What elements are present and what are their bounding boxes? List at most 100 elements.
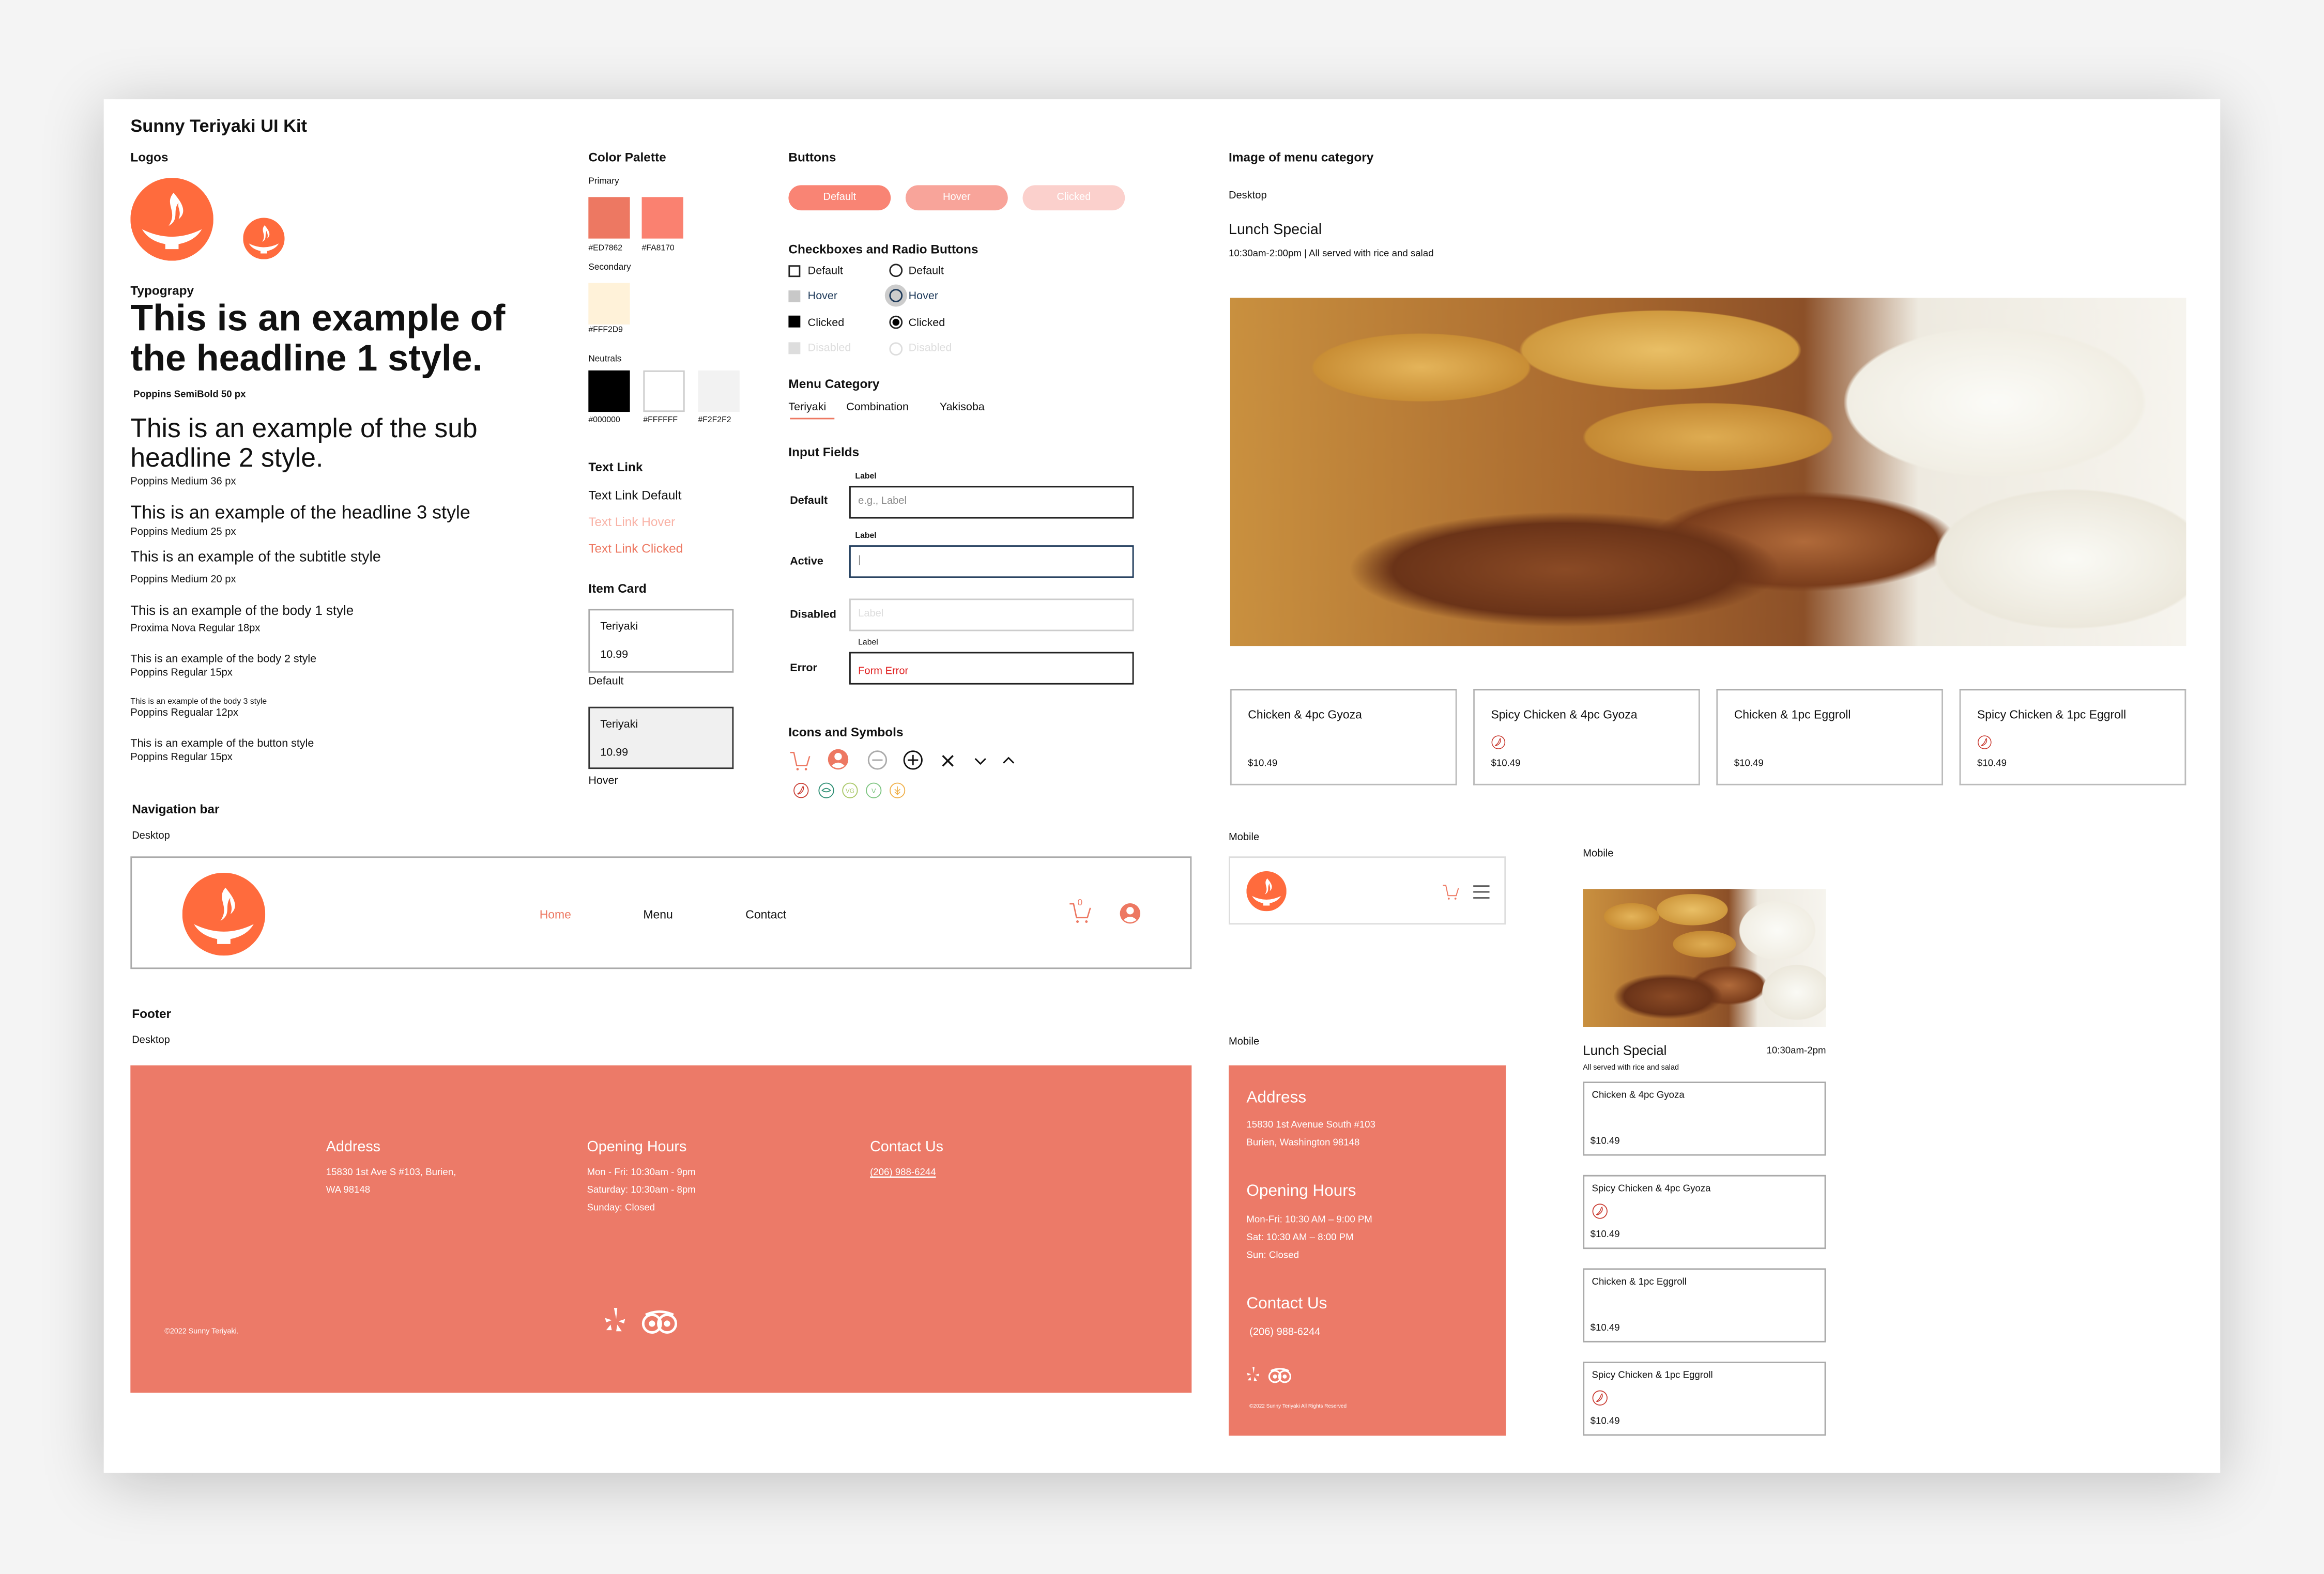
headline-2-sample: This is an example of the sub headline 2… <box>130 413 478 473</box>
menu-title: Lunch Special <box>1228 222 1322 239</box>
nav-link-contact[interactable]: Contact <box>745 908 786 922</box>
subtitle-sample: This is an example of the subtitle style <box>130 549 381 566</box>
cart-button[interactable]: 0 <box>1068 899 1092 924</box>
desktop-nav-bar: Home Menu Contact 0 <box>130 856 1192 969</box>
checkbox-label: Disabled <box>807 341 851 354</box>
default-input[interactable]: e.g., Label <box>849 486 1134 519</box>
footer-phone-link[interactable]: (206) 988-6244 <box>870 1167 936 1178</box>
logo[interactable] <box>1246 871 1286 911</box>
primary-label: Primary <box>588 178 619 187</box>
button-clicked[interactable]: Clicked <box>1022 185 1125 211</box>
nav-link-home[interactable]: Home <box>540 908 571 922</box>
input-state-label: Disabled <box>790 607 836 621</box>
footer-hours-line: Saturday: 10:30am - 8pm <box>587 1185 696 1196</box>
logo[interactable] <box>182 873 266 956</box>
menu-item-name: Chicken & 1pc Eggroll <box>1734 708 1851 722</box>
body-3-sample: This is an example of the body 3 style <box>130 698 267 707</box>
tab-teriyaki[interactable]: Teriyaki <box>788 400 826 413</box>
tab-combination[interactable]: Combination <box>846 400 909 413</box>
checkbox-default[interactable] <box>788 265 801 277</box>
mobile-menu-title: Lunch Special <box>1583 1043 1667 1058</box>
desktop-footer: Address 15830 1st Ave S #103, Burien, WA… <box>130 1065 1192 1393</box>
desktop-label: Desktop <box>132 831 170 842</box>
menu-item-card[interactable]: Chicken & 1pc Eggroll $10.49 <box>1716 689 1944 785</box>
button-default[interactable]: Default <box>788 185 891 211</box>
tab-yakisoba[interactable]: Yakisoba <box>940 400 985 413</box>
checks-heading: Checkboxes and Radio Buttons <box>788 241 978 257</box>
footer-copyright: ©2022 Sunny Teriyaki. <box>164 1328 239 1337</box>
tripadvisor-icon[interactable] <box>1267 1368 1293 1384</box>
chevron-up-icon <box>1003 757 1015 764</box>
body-2-spec: Poppins Regular 15px <box>130 668 233 679</box>
menu-item-price: $10.49 <box>1590 1229 1620 1240</box>
radio-default[interactable] <box>889 264 903 277</box>
radio-label: Disabled <box>908 341 952 354</box>
chevron-down-icon <box>974 758 986 765</box>
vg-icon: VG <box>842 782 858 798</box>
menu-item-name: Chicken & 4pc Gyoza <box>1592 1090 1685 1101</box>
radio-clicked[interactable] <box>889 315 903 329</box>
user-icon <box>827 748 849 770</box>
swatch-label: #FFFFFF <box>643 416 678 425</box>
yelp-icon[interactable] <box>1245 1365 1262 1384</box>
nav-link-menu[interactable]: Menu <box>643 908 672 922</box>
spicy-icon <box>793 782 809 799</box>
mobile-menu-item-card[interactable]: Chicken & 4pc Gyoza $10.49 <box>1583 1082 1826 1156</box>
menu-item-price: $10.49 <box>1590 1136 1620 1147</box>
headline-3-sample: This is an example of the headline 3 sty… <box>130 502 470 523</box>
footer-contact-title: Contact Us <box>1246 1295 1327 1313</box>
icons-heading: Icons and Symbols <box>788 724 904 739</box>
subtitle-spec: Poppins Medium 20 px <box>130 575 236 585</box>
button-hover[interactable]: Hover <box>905 185 1008 211</box>
mobile-footer: Address 15830 1st Avenue South #103 Buri… <box>1228 1065 1506 1436</box>
lunch-special-photo <box>1230 298 2187 646</box>
checkbox-clicked[interactable] <box>788 315 801 328</box>
typography-heading: Typograpy <box>130 283 194 298</box>
mobile-menu-subtitle: All served with rice and salad <box>1583 1063 1679 1073</box>
mobile-menu-item-card[interactable]: Spicy Chicken & 1pc Eggroll $10.49 <box>1583 1362 1826 1436</box>
radio-hover[interactable] <box>889 289 903 302</box>
menu-item-card[interactable]: Chicken & 4pc Gyoza $10.49 <box>1230 689 1457 785</box>
yelp-icon[interactable] <box>602 1304 629 1336</box>
text-link-default[interactable]: Text Link Default <box>588 487 681 502</box>
mobile-menu-item-card[interactable]: Chicken & 1pc Eggroll $10.49 <box>1583 1268 1826 1342</box>
footer-phone-link[interactable]: (206) 988-6244 <box>1249 1328 1320 1338</box>
mobile-nav-label: Mobile <box>1228 832 1260 843</box>
checkbox-hover[interactable] <box>788 290 801 302</box>
cart-icon[interactable] <box>1442 883 1460 901</box>
item-card-default[interactable]: Teriyaki 10.99 <box>588 609 734 673</box>
menu-item-name: Chicken & 4pc Gyoza <box>1248 708 1362 722</box>
cart-icon <box>788 750 812 772</box>
footer-hours-title: Opening Hours <box>587 1139 687 1156</box>
swatch-light-gray <box>698 370 740 412</box>
tripadvisor-icon[interactable] <box>640 1310 679 1335</box>
text-link-hover[interactable]: Text Link Hover <box>588 514 675 529</box>
secondary-label: Secondary <box>588 264 631 273</box>
text-link-clicked[interactable]: Text Link Clicked <box>588 541 683 556</box>
mobile-lunch-photo <box>1583 889 1826 1027</box>
footer-heading: Footer <box>132 1006 172 1021</box>
disabled-input: Label <box>849 598 1134 631</box>
mobile-menu-item-card[interactable]: Spicy Chicken & 4pc Gyoza $10.49 <box>1583 1175 1826 1249</box>
item-card-hover[interactable]: Teriyaki 10.99 <box>588 706 734 769</box>
desktop-label: Desktop <box>132 1036 170 1046</box>
error-input[interactable]: Form Error <box>849 652 1134 685</box>
headline-1-spec: Poppins SemiBold 50 px <box>133 390 246 400</box>
menu-subtitle: 10:30am-2:00pm | All served with rice an… <box>1228 249 1434 259</box>
footer-address-line: Burien, Washington 98148 <box>1246 1138 1360 1149</box>
active-input[interactable]: | <box>849 545 1134 578</box>
input-fields-heading: Input Fields <box>788 444 860 459</box>
menu-item-card[interactable]: Spicy Chicken & 4pc Gyoza $10.49 <box>1473 689 1700 785</box>
user-icon[interactable] <box>1119 902 1141 924</box>
logos-heading: Logos <box>130 149 169 165</box>
footer-hours-line: Sun: Closed <box>1246 1251 1299 1261</box>
neutrals-label: Neutrals <box>588 356 622 365</box>
hamburger-menu-icon[interactable] <box>1473 885 1490 900</box>
menu-item-price: $10.49 <box>1734 759 1764 769</box>
radio-label: Hover <box>908 289 939 302</box>
menu-item-card[interactable]: Spicy Chicken & 1pc Eggroll $10.49 <box>1959 689 2187 785</box>
item-card-name: Teriyaki <box>600 717 638 731</box>
footer-hours-line: Sat: 10:30 AM – 8:00 PM <box>1246 1232 1354 1243</box>
mobile-menu-hours: 10:30am-2pm <box>1766 1046 1826 1057</box>
desktop-label: Desktop <box>1228 191 1267 202</box>
